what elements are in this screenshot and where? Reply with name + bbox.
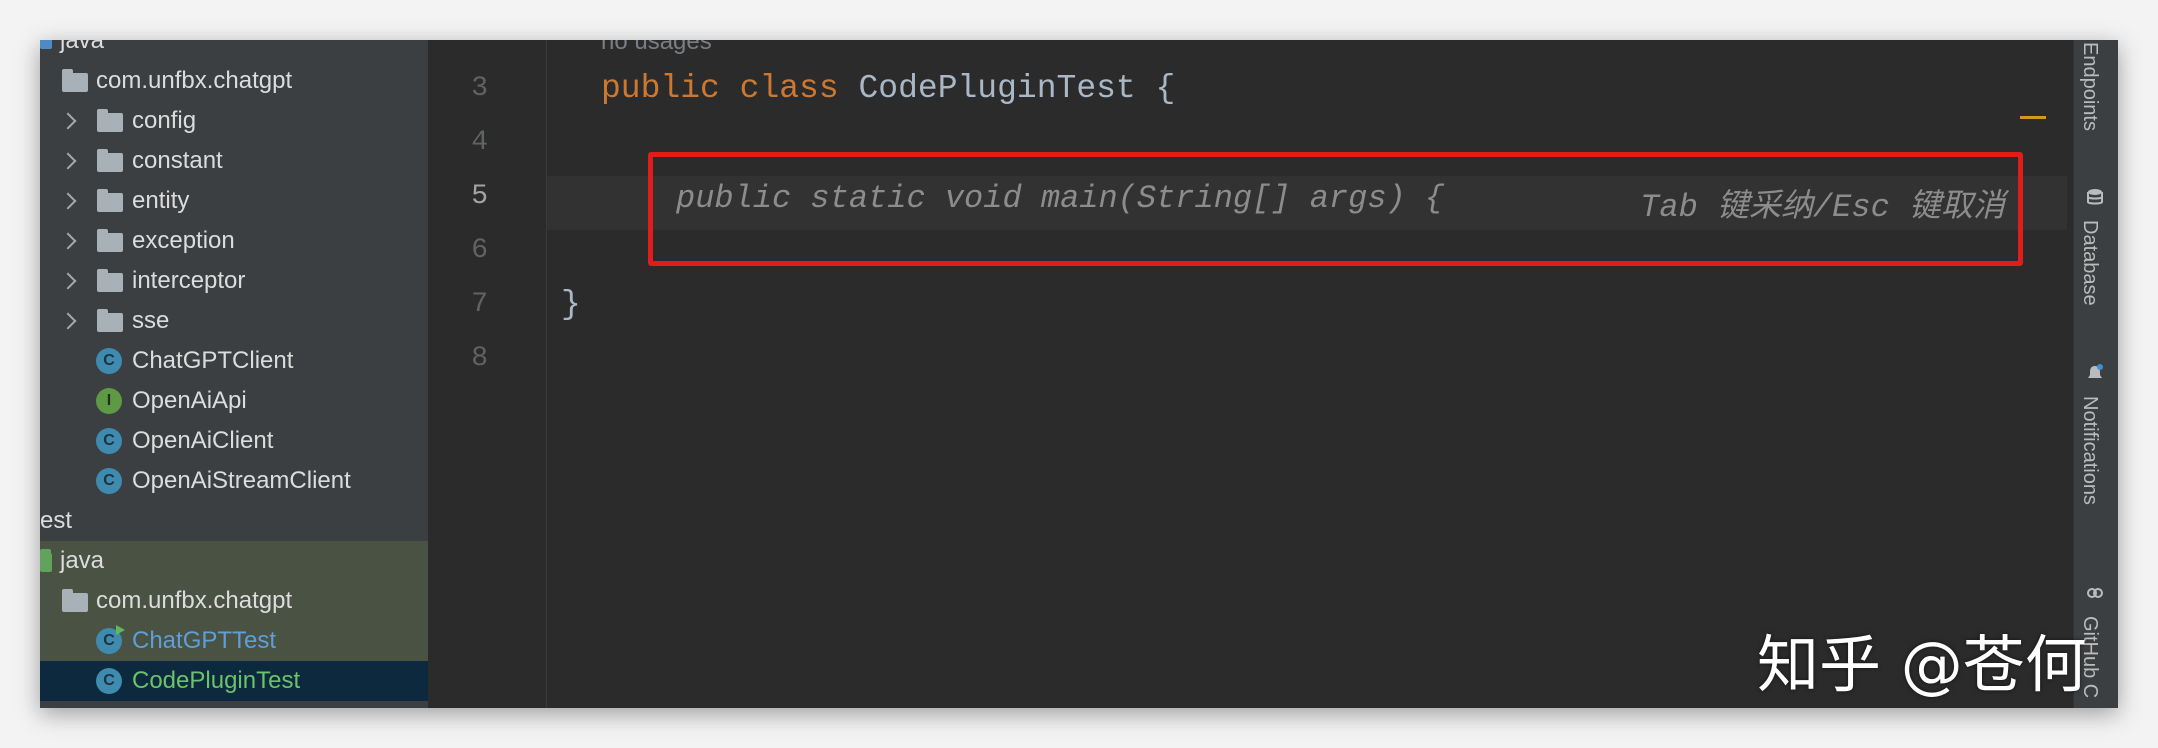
open-brace: { [1155,70,1176,107]
tab-endpoints[interactable]: Endpoints [2078,42,2101,131]
tree-item-entity[interactable]: entity [40,181,428,221]
class-icon: C [96,668,122,694]
tree-item-label: OpenAiClient [132,427,274,454]
keyword-class: class [739,70,839,107]
tree-item-label: constant [132,147,223,174]
class-icon-letter: C [103,632,115,649]
tree-item-label: CodePluginTest [132,667,301,694]
tree-item-config[interactable]: config [40,101,428,141]
database-icon [2087,189,2103,205]
chevron-right-icon[interactable] [59,232,77,250]
tree-item-openaiapi[interactable]: I OpenAiApi [40,381,428,421]
tree-item-label: com.unfbx.chatgpt [96,67,293,94]
tree-item-label: com.unfbx.chatgpt [96,587,293,614]
package-icon [62,589,88,612]
tree-item-test-java[interactable]: java [40,541,428,581]
line-number: 7 [471,289,488,320]
class-name: CodePluginTest [858,70,1136,107]
chevron-right-icon[interactable] [59,112,77,130]
tree-item-openaiclient[interactable]: C OpenAiClient [40,421,428,461]
tree-item-test-package[interactable]: com.unfbx.chatgpt [40,581,428,621]
tree-item-label: est [40,507,73,534]
warning-marker[interactable] [2020,116,2046,119]
line-number: 8 [471,343,488,374]
package-icon [97,189,123,212]
code-line-3[interactable]: public class CodePluginTest { [601,70,1175,107]
tree-item-label: ChatGPTTest [132,627,277,654]
interface-icon: I [96,388,122,414]
chevron-right-icon[interactable] [59,312,77,330]
usages-hint[interactable]: no usages [601,40,712,56]
right-tool-strip: Endpoints Database Notifications GitHub … [2073,40,2118,708]
tree-item-label: java [60,40,105,54]
package-icon [97,229,123,252]
code-line-7[interactable]: } [561,286,581,323]
tree-item-sse[interactable]: sse [40,301,428,341]
tree-item-label: OpenAiApi [132,387,247,414]
keyword-public: public [601,70,720,107]
tree-item-label: ChatGPTClient [132,347,294,374]
package-icon [97,269,123,292]
tree-item-chatgptclient[interactable]: C ChatGPTClient [40,341,428,381]
tree-item-interceptor[interactable]: interceptor [40,261,428,301]
tree-item-label: OpenAiStreamClient [132,467,351,494]
tree-item-test[interactable]: est [40,501,428,541]
tree-item-chatgpttest[interactable]: C ChatGPTTest [40,621,428,661]
bell-icon [2088,364,2103,378]
package-icon [97,309,123,332]
tree-item-openaistreamclient[interactable]: C OpenAiStreamClient [40,461,428,501]
tab-label: Database [2079,220,2101,306]
watermark: 知乎 @苍何 [1757,628,2087,701]
copilot-icon [2087,588,2103,598]
tree-item-label: exception [132,227,235,254]
tree-item-codeplugintest[interactable]: C CodePluginTest [40,661,428,701]
source-folder-icon [40,40,52,49]
test-source-folder-icon [40,549,52,572]
package-icon [62,69,88,92]
chevron-right-icon[interactable] [59,272,77,290]
tree-item-label: entity [132,187,190,214]
code-editor[interactable]: no usages public class CodePluginTest { … [547,40,2114,708]
tab-database[interactable]: Database [2078,220,2101,306]
test-class-icon: C [96,625,125,654]
ide-window: java com.unfbx.chatgpt config constant e… [40,40,2118,708]
class-icon: C [96,348,122,374]
annotation-highlight-box [648,152,2023,266]
tree-item-constant[interactable]: constant [40,141,428,181]
tree-item-label: interceptor [132,267,246,294]
line-number: 6 [471,235,488,266]
line-number-gutter[interactable]: 3 4 5 6 7 8 [428,40,547,708]
class-icon: C [96,468,122,494]
project-tree[interactable]: java com.unfbx.chatgpt config constant e… [40,40,428,708]
package-icon [97,149,123,172]
line-number: 3 [471,73,488,104]
tree-item-package[interactable]: com.unfbx.chatgpt [40,61,428,101]
tree-item-exception[interactable]: exception [40,221,428,261]
package-icon [97,109,123,132]
tree-item-label: sse [132,307,170,334]
line-number-active: 5 [471,181,488,212]
tree-item-java[interactable]: java [40,40,428,61]
class-icon: C [96,428,122,454]
chevron-right-icon[interactable] [59,192,77,210]
run-marker-icon [116,625,125,635]
tree-item-label: config [132,107,197,134]
tab-label: Endpoints [2079,42,2101,131]
tree-item-label: java [60,547,105,574]
chevron-right-icon[interactable] [59,152,77,170]
tab-label: Notifications [2079,396,2101,505]
line-number: 4 [471,127,488,158]
tab-notifications[interactable]: Notifications [2078,396,2101,505]
